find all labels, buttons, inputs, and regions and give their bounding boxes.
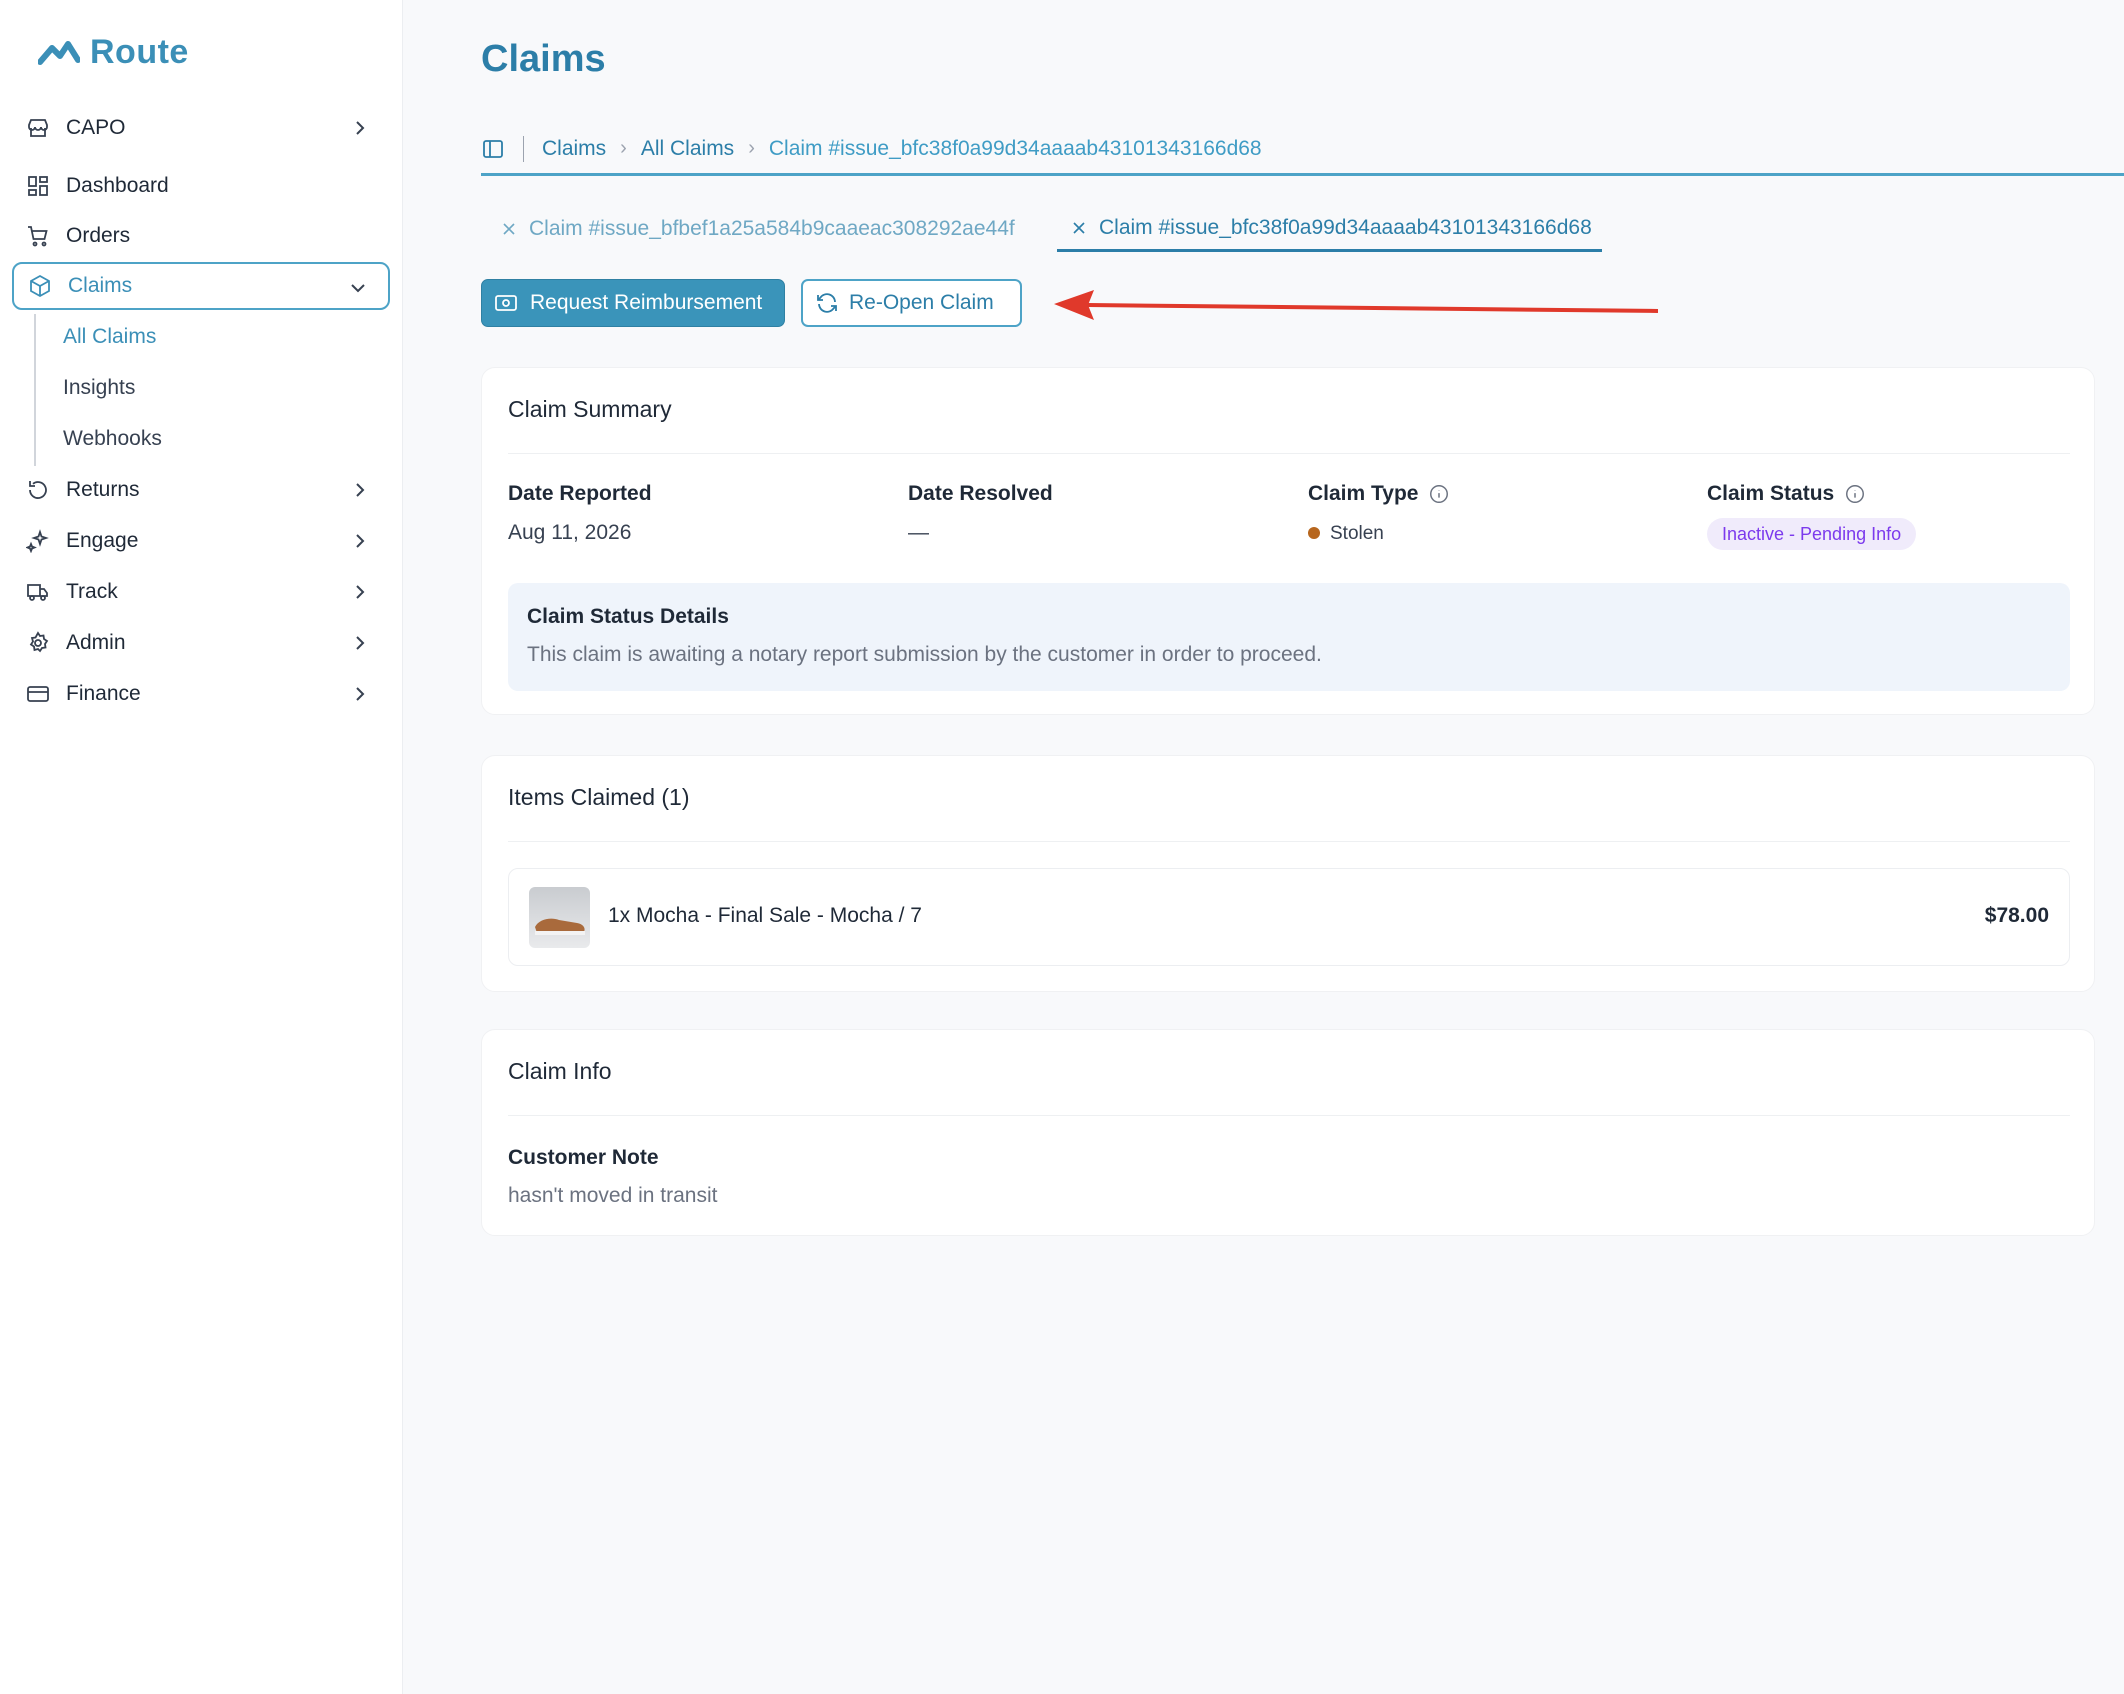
sidebar-item-track[interactable]: Track xyxy=(12,568,390,616)
label-text: Claim Type xyxy=(1308,482,1419,505)
chevron-right-icon xyxy=(356,636,365,650)
shoe-icon xyxy=(535,918,585,935)
chevron-right-icon xyxy=(356,534,365,548)
claim-type-value: Stolen xyxy=(1308,523,1384,545)
divider xyxy=(508,453,2070,454)
chevron-right-icon: › xyxy=(620,137,627,159)
sidebar-item-dashboard[interactable]: Dashboard xyxy=(12,162,390,210)
sidebar: Route CAPO Dashboard Orders Claims All C… xyxy=(0,0,403,1694)
main-content: Claims Claims › All Claims › Claim #issu… xyxy=(403,0,2124,1694)
tab-claim-bfbef[interactable]: Claim #issue_bfbef1a25a584b9caaeac308292… xyxy=(499,210,1015,248)
sidebar-item-admin[interactable]: Admin xyxy=(12,619,390,667)
status-details-title: Claim Status Details xyxy=(527,605,729,628)
item-price: $78.00 xyxy=(1984,904,2049,927)
sidebar-item-returns[interactable]: Returns xyxy=(12,466,390,514)
chevron-right-icon: › xyxy=(748,137,755,159)
button-label: Re-Open Claim xyxy=(849,291,994,314)
claim-summary-card: Claim Summary Date Reported Aug 11, 2026… xyxy=(481,367,2095,715)
store-name: CAPO xyxy=(66,116,126,139)
status-badge: Inactive - Pending Info xyxy=(1707,518,1917,550)
store-icon xyxy=(24,114,52,142)
info-icon[interactable] xyxy=(1844,483,1866,505)
customer-note-label: Customer Note xyxy=(508,1146,659,1169)
items-claimed-card: Items Claimed (1) 1x Mocha - Final Sale … xyxy=(481,755,2095,992)
breadcrumb-all-claims[interactable]: All Claims xyxy=(641,137,734,161)
sidebar-item-label: Claims xyxy=(68,274,133,297)
info-icon[interactable] xyxy=(1428,483,1450,505)
sidebar-item-orders[interactable]: Orders xyxy=(12,212,390,260)
date-resolved-label: Date Resolved xyxy=(908,482,1053,505)
status-dot xyxy=(1308,527,1320,539)
item-name: 1x Mocha - Final Sale - Mocha / 7 xyxy=(608,904,922,927)
date-resolved-value: — xyxy=(908,521,929,544)
list-item[interactable]: 1x Mocha - Final Sale - Mocha / 7 $78.00 xyxy=(508,868,2070,966)
breadcrumb-claims[interactable]: Claims xyxy=(542,137,606,161)
sidebar-sub-all-claims[interactable]: All Claims xyxy=(63,325,156,349)
sidebar-item-claims[interactable]: Claims xyxy=(12,262,390,310)
store-selector[interactable]: CAPO xyxy=(12,104,390,152)
sidebar-item-label: Finance xyxy=(66,682,141,705)
breadcrumb: Claims › All Claims › Claim #issue_bfc38… xyxy=(481,124,2124,176)
status-details-text: This claim is awaiting a notary report s… xyxy=(527,643,1322,666)
divider xyxy=(508,841,2070,842)
date-reported-value: Aug 11, 2026 xyxy=(508,521,632,544)
route-logo-icon xyxy=(38,41,80,65)
tab-label: Claim #issue_bfc38f0a99d34aaaab431013431… xyxy=(1099,215,1592,239)
truck-icon xyxy=(24,578,52,606)
claim-info-card: Claim Info Customer Note hasn't moved in… xyxy=(481,1029,2095,1236)
customer-note-value: hasn't moved in transit xyxy=(508,1184,718,1207)
tab-label: Claim #issue_bfbef1a25a584b9caaeac308292… xyxy=(529,217,1015,240)
page-title: Claims xyxy=(481,38,606,80)
claim-type-text: Stolen xyxy=(1330,523,1384,544)
label-text: Claim Status xyxy=(1707,482,1835,505)
refresh-icon xyxy=(817,293,837,313)
cart-icon xyxy=(24,222,52,250)
sidebar-item-engage[interactable]: Engage xyxy=(12,517,390,565)
sidebar-item-finance[interactable]: Finance xyxy=(12,670,390,718)
money-icon xyxy=(495,295,517,311)
sidebar-item-label: Orders xyxy=(66,224,131,247)
claim-status-details: Claim Status Details This claim is await… xyxy=(508,583,2070,691)
sidebar-item-label: Returns xyxy=(66,478,140,501)
sparkle-icon xyxy=(24,527,52,555)
product-thumbnail xyxy=(529,887,590,948)
card-title: Claim Summary xyxy=(508,396,672,422)
sidebar-sub-insights[interactable]: Insights xyxy=(63,376,135,400)
sidebar-item-label: Track xyxy=(66,580,118,603)
card-icon xyxy=(24,680,52,708)
submenu-line xyxy=(34,314,36,466)
route-logo[interactable]: Route xyxy=(38,28,189,76)
close-icon[interactable] xyxy=(1069,218,1089,238)
chevron-right-icon xyxy=(356,687,365,701)
close-icon[interactable] xyxy=(499,219,519,239)
sidebar-item-label: Engage xyxy=(66,529,139,552)
gear-icon xyxy=(24,629,52,657)
tab-claim-bfc38[interactable]: Claim #issue_bfc38f0a99d34aaaab431013431… xyxy=(1057,210,1602,252)
breadcrumb-current-claim[interactable]: Claim #issue_bfc38f0a99d34aaaab431013431… xyxy=(769,137,1262,161)
button-label: Request Reimbursement xyxy=(530,291,763,314)
sidebar-toggle-icon[interactable] xyxy=(481,137,505,161)
divider xyxy=(508,1115,2070,1116)
date-reported-label: Date Reported xyxy=(508,482,652,505)
box-icon xyxy=(26,272,54,300)
chevron-right-icon xyxy=(356,121,365,135)
chevron-down-icon xyxy=(351,284,365,293)
annotation-arrow-icon xyxy=(1054,290,1659,320)
breadcrumb-divider xyxy=(523,135,524,162)
chevron-right-icon xyxy=(356,585,365,599)
chevron-right-icon xyxy=(356,483,365,497)
card-title: Claim Info xyxy=(508,1058,612,1084)
sidebar-sub-webhooks[interactable]: Webhooks xyxy=(63,427,162,451)
sidebar-item-label: Admin xyxy=(66,631,126,654)
sidebar-item-label: Dashboard xyxy=(66,174,169,197)
claim-type-label: Claim Type xyxy=(1308,482,1450,506)
dashboard-icon xyxy=(24,172,52,200)
logo-text: Route xyxy=(90,32,189,71)
card-title: Items Claimed (1) xyxy=(508,784,690,810)
reopen-claim-button[interactable]: Re-Open Claim xyxy=(801,279,1022,327)
request-reimbursement-button[interactable]: Request Reimbursement xyxy=(481,279,785,327)
claim-status-label: Claim Status xyxy=(1707,482,1866,506)
rotate-icon xyxy=(24,476,52,504)
